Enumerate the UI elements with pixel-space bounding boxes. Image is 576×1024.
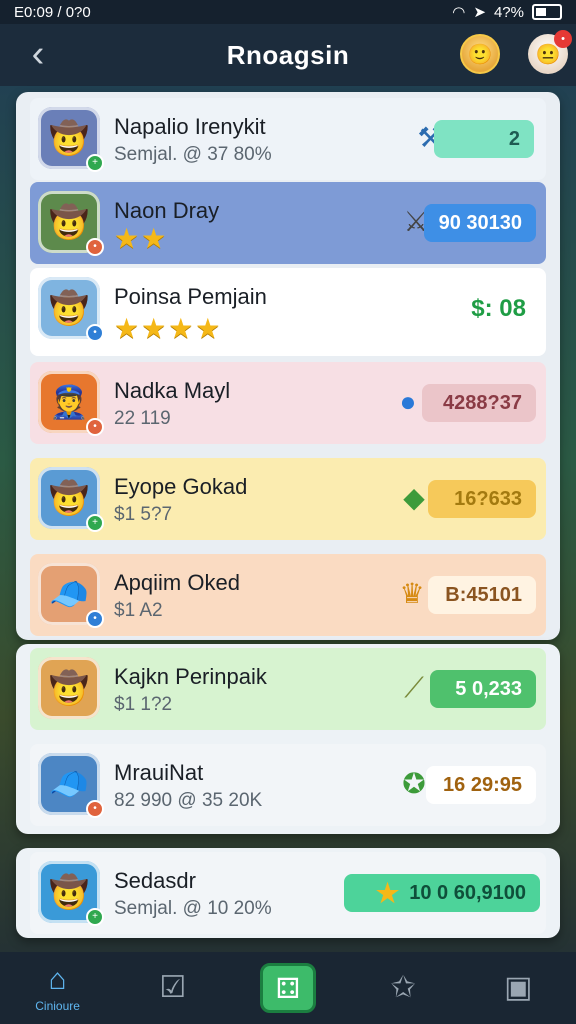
battery-percent: 4?% — [493, 3, 524, 21]
list-item[interactable]: 🤠 + Napalio Irenykit Semjal. @ 37 80% ⚒ … — [30, 98, 546, 180]
rating-stars: ★★ — [114, 223, 169, 254]
star-icon: ★ — [375, 877, 400, 908]
status-badge: • — [86, 418, 104, 436]
notification-badge: • — [554, 30, 572, 48]
location-icon: ➤ — [473, 4, 486, 21]
player-name: Eyope Gokad — [114, 474, 248, 499]
leaderboard-panel-secondary: 🤠 Kajkn Perinpaik $1 1?2 ⟋ 5 0,233 🧢 • M… — [16, 644, 560, 834]
score-pill: 2 — [434, 120, 534, 158]
leaderboard-panel: 🤠 + Napalio Irenykit Semjal. @ 37 80% ⚒ … — [16, 92, 560, 640]
status-badge: • — [86, 610, 104, 628]
wifi-icon: ◠ — [452, 4, 466, 21]
treasure-icon: ♛ — [399, 578, 425, 609]
rating-stars: ★★★★ — [114, 313, 223, 344]
user-avatar[interactable]: 🙂 — [460, 34, 500, 74]
nav-play[interactable]: ⚃ — [248, 952, 328, 1024]
player-stat: 22 119 — [114, 408, 171, 429]
bat-icon: ⟋ — [404, 672, 424, 703]
player-stat: $1 5?7 — [114, 504, 173, 525]
list-item[interactable]: 🤠 + Sedasdr Semjal. @ 10 20% ★ 10 0 60,9… — [30, 852, 546, 934]
player-name: Naon Dray — [114, 198, 220, 223]
nav-home[interactable]: ⌂ Cinioure — [18, 952, 98, 1024]
nav-tasks[interactable]: ☑ — [133, 952, 213, 1024]
tasks-icon: ☑ — [159, 971, 187, 1004]
score-pill: 16 29:95 — [426, 766, 536, 804]
nav-events[interactable]: ✩ — [363, 952, 443, 1024]
home-icon: ⌂ — [48, 963, 67, 996]
status-badge: + — [86, 514, 104, 532]
score-pill: 16?633 — [428, 480, 536, 518]
back-arrow-icon[interactable]: ‹ — [20, 34, 56, 74]
page-title: Rnoagsin — [226, 39, 350, 70]
nav-profile[interactable]: ▣ — [478, 952, 558, 1024]
score-pill: 5 0,233 — [430, 670, 536, 708]
list-item[interactable]: 👮 • Nadka Mayl 22 119 ● 4288?37 — [30, 362, 546, 444]
player-stat: Semjal. @ 37 80% — [114, 144, 272, 165]
status-icons: ◠ ➤ 4?% — [452, 3, 562, 21]
player-name: Apqiim Oked — [114, 570, 240, 595]
list-item[interactable]: 🤠 Kajkn Perinpaik $1 1?2 ⟋ 5 0,233 — [30, 648, 546, 730]
score-pill: 4288?37 — [422, 384, 536, 422]
status-badge: • — [86, 800, 104, 818]
avatar: 🤠 — [38, 657, 100, 719]
score-pill: 90 30130 — [424, 204, 536, 242]
player-stat: $1 A2 — [114, 600, 163, 621]
list-item[interactable]: 🤠 + Eyope Gokad $1 5?7 ◆ 16?633 — [30, 458, 546, 540]
player-name: Sedasdr — [114, 868, 196, 893]
score-pill: B:45101 — [428, 576, 536, 614]
score-value: 10 0 60,9100 — [409, 881, 526, 904]
star-burst-icon: ✩ — [390, 971, 416, 1004]
score-pill: ★ 10 0 60,9100 — [344, 874, 540, 912]
status-badge: • — [86, 238, 104, 256]
status-badge: + — [86, 908, 104, 926]
profile-icon: ▣ — [504, 971, 533, 1004]
status-badge: • — [86, 324, 104, 342]
player-stat: 82 990 @ 35 20K — [114, 790, 263, 811]
dice-icon: ⚃ — [259, 963, 316, 1013]
score-pill: $: 08 — [471, 295, 526, 322]
app-header: ‹ Rnoagsin 🙂 😐 • — [0, 24, 576, 86]
bottom-navigation: ⌂ Cinioure ☑ ⚃ ✩ ▣ — [0, 952, 576, 1024]
status-badge: + — [86, 154, 104, 172]
profile-avatar[interactable]: 😐 • — [528, 30, 572, 74]
player-name: MrauiNat — [114, 760, 204, 785]
list-item[interactable]: 🤠 • Naon Dray ★★ ⚔ 90 30130 — [30, 182, 546, 264]
battery-icon — [532, 4, 562, 20]
player-name: Napalio Irenykit — [114, 114, 266, 139]
player-stat: Semjal. @ 10 20% — [114, 898, 272, 919]
player-stat: $1 1?2 — [114, 694, 173, 715]
player-name: Kajkn Perinpaik — [114, 664, 267, 689]
current-player-panel: 🤠 + Sedasdr Semjal. @ 10 20% ★ 10 0 60,9… — [16, 848, 560, 938]
player-name: Nadka Mayl — [114, 378, 231, 403]
status-time: E0:09 / 0?0 — [14, 3, 91, 21]
list-item[interactable]: 🧢 • Apqiim Oked $1 A2 ♛ B:45101 — [30, 554, 546, 636]
player-name: Poinsa Pemjain — [114, 284, 267, 309]
list-item[interactable]: 🤠 • Poinsa Pemjain ★★★★ $: 08 — [30, 268, 546, 356]
nav-home-label: Cinioure — [35, 999, 80, 1013]
list-item[interactable]: 🧢 • MrauiNat 82 990 @ 35 20K ✪ 16 29:95 — [30, 744, 546, 826]
status-bar: E0:09 / 0?0 ◠ ➤ 4?% — [0, 0, 576, 24]
